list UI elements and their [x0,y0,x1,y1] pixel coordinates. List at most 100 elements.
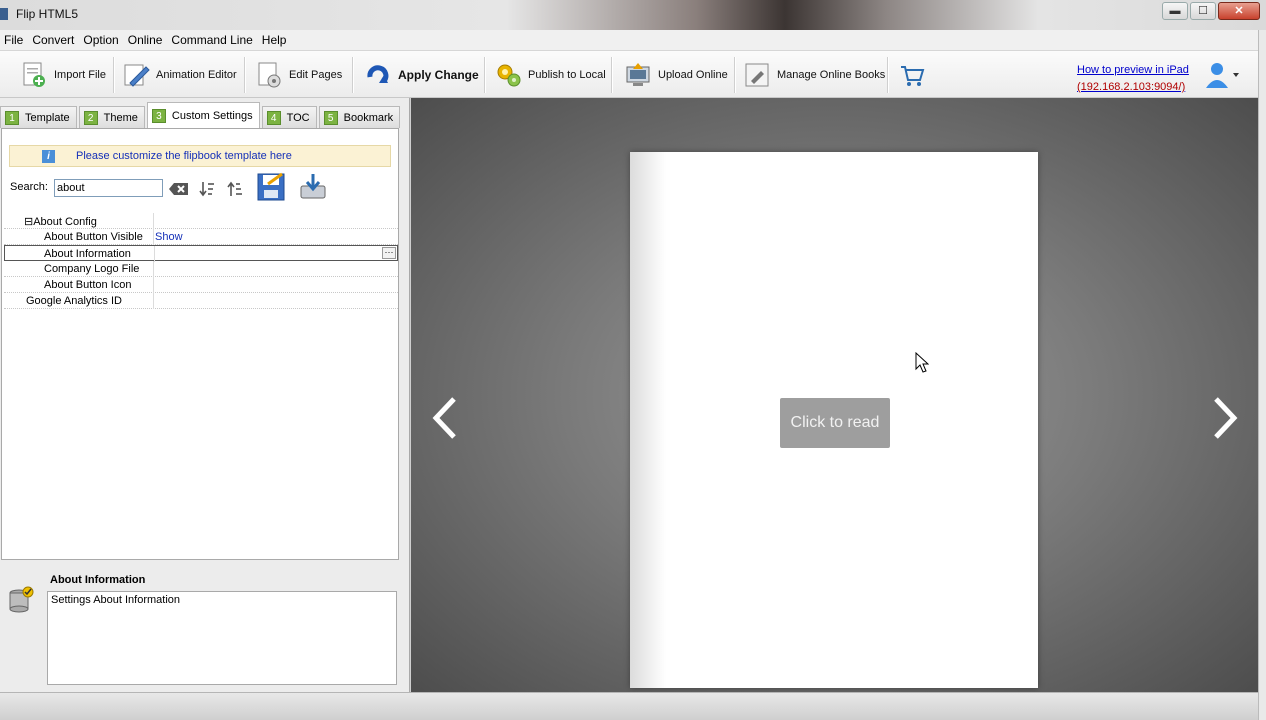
ellipsis-button[interactable]: ··· [382,247,396,259]
window-title: Flip HTML5 [16,7,79,21]
prev-page-button[interactable] [430,395,460,441]
info-icon: i [42,150,55,163]
edit-pages-label: Edit Pages [289,69,343,81]
animation-editor-icon [122,61,150,89]
hint-banner: i Please customize the flipbook template… [9,145,391,167]
cart-icon [898,61,926,89]
title-bar: Flip HTML5 ▬ ☐ ✕ [0,0,1266,30]
apply-change-label: Apply Change [398,68,479,82]
menu-online[interactable]: Online [124,30,168,50]
menu-option[interactable]: Option [79,30,123,50]
window-controls: ▬ ☐ ✕ [1162,2,1260,20]
tab-template[interactable]: 1 Template [0,106,77,128]
column-divider [154,246,155,262]
sort-down-icon [199,182,214,197]
search-label: Search: [10,181,48,193]
menu-help[interactable]: Help [258,30,292,50]
tab-number: 5 [323,110,338,125]
publish-local-button[interactable]: Publish to Local [494,57,606,93]
apply-change-button[interactable]: Apply Change [364,57,479,93]
flipbook-preview: Click to read [411,98,1258,692]
apply-change-icon [364,61,392,89]
user-icon [1206,63,1239,88]
ipad-preview-link[interactable]: How to preview in iPad (192.168.2.103:90… [1077,62,1189,96]
upload-online-button[interactable]: Upload Online [624,57,728,93]
app-icon [0,8,8,20]
column-divider [153,293,154,309]
tab-theme[interactable]: 2 Theme [78,106,145,128]
mouse-cursor-icon [915,352,929,373]
tab-label: Custom Settings [171,109,253,122]
load-config-button[interactable] [297,171,329,203]
property-name: About Button Icon [44,279,132,291]
manage-online-books-button[interactable]: Manage Online Books [743,57,885,93]
page-fold-shadow [630,152,666,688]
property-name: Google Analytics ID [26,295,122,307]
database-icon [8,586,34,614]
import-file-icon [20,61,48,89]
tab-toc[interactable]: 4 TOC [261,106,317,128]
tab-label: Bookmark [343,111,394,124]
tab-label: Theme [103,111,138,124]
menu-file[interactable]: File [0,30,28,50]
ipad-preview-address[interactable]: (192.168.2.103:9094/) [1077,79,1189,96]
save-icon [257,172,285,201]
property-row[interactable]: Google Analytics ID [4,293,398,309]
property-name: About Button Visible [44,231,143,243]
minimize-button[interactable]: ▬ [1162,2,1188,20]
next-page-button[interactable] [1210,395,1240,441]
manage-books-icon [743,61,771,89]
hint-text: Please customize the flipbook template h… [76,150,292,162]
book-page[interactable]: Click to read [630,152,1038,688]
property-name: Company Logo File [44,263,140,275]
property-row-selected[interactable]: About Information ··· [4,245,398,262]
user-menu-button[interactable] [1204,60,1240,90]
import-file-button[interactable]: Import File [20,57,106,93]
sort-down-button[interactable] [197,178,217,200]
close-button[interactable]: ✕ [1218,2,1260,20]
maximize-button[interactable]: ☐ [1190,2,1216,20]
column-divider [153,229,154,245]
upload-online-label: Upload Online [658,69,728,81]
ipad-preview-link-text[interactable]: How to preview in iPad [1077,62,1189,79]
property-value[interactable]: Show [155,231,183,243]
property-row[interactable]: ⊟About Config [4,213,398,229]
toolbar-separator [244,57,245,93]
clear-search-button[interactable] [168,179,190,199]
property-row[interactable]: About Button Visible Show [4,229,398,245]
publish-icon [494,61,522,89]
tab-number: 4 [266,110,281,125]
menu-command-line[interactable]: Command Line [167,30,257,50]
tab-bookmark[interactable]: 5 Bookmark [318,106,401,128]
click-to-read-button[interactable]: Click to read [780,398,890,448]
custom-settings-pane: i Please customize the flipbook template… [1,128,399,560]
property-row[interactable]: Company Logo File [4,261,398,277]
toolbar: Import File Animation Editor Edit Pages … [0,50,1258,98]
column-divider [153,261,154,277]
upload-icon [624,61,652,89]
toolbar-separator [734,57,735,93]
animation-editor-button[interactable]: Animation Editor [122,57,237,93]
animation-editor-label: Animation Editor [156,69,237,81]
search-input[interactable] [54,179,163,197]
settings-tabs: 1 Template 2 Theme 3 Custom Settings 4 TOC 5… [0,102,402,128]
sort-up-icon [227,181,242,196]
import-file-label: Import File [54,69,106,81]
sort-up-button[interactable] [225,178,245,200]
load-icon [300,174,326,199]
publish-local-label: Publish to Local [528,69,606,81]
toolbar-separator [113,57,114,93]
tab-label: TOC [286,111,310,124]
save-config-button[interactable] [255,171,287,203]
edit-pages-button[interactable]: Edit Pages [255,57,342,93]
toolbar-separator [484,57,485,93]
cart-button[interactable] [898,57,926,93]
manage-online-books-label: Manage Online Books [777,69,886,81]
property-row[interactable]: About Button Icon [4,277,398,293]
property-name: ⊟About Config [24,216,97,228]
next-page-icon [1214,397,1238,439]
column-divider [153,277,154,293]
tab-number: 1 [5,110,19,125]
tab-custom-settings[interactable]: 3 Custom Settings [146,102,260,128]
menu-convert[interactable]: Convert [28,30,79,50]
